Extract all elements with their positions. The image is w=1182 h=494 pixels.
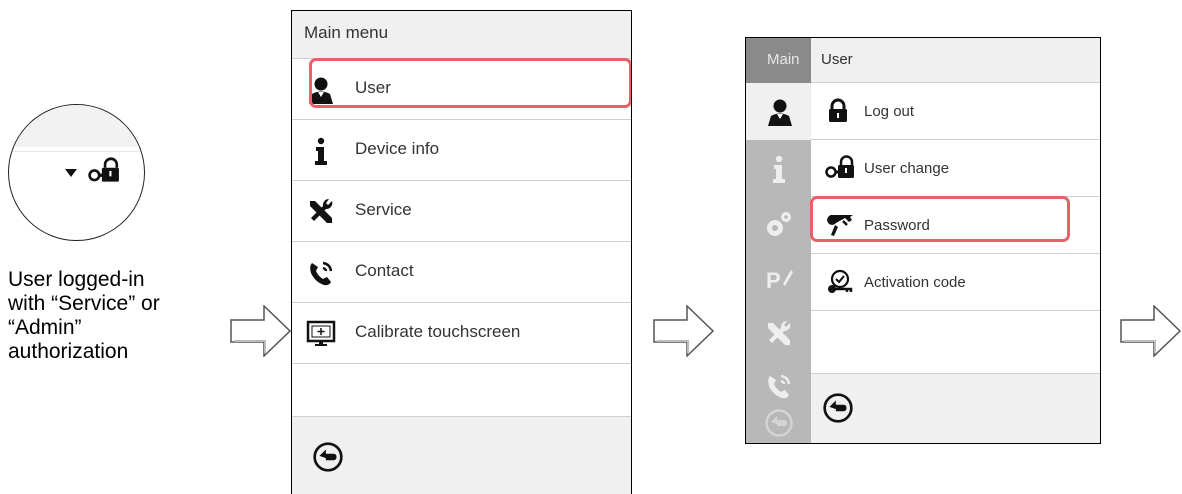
zoom-status-divider [9,151,144,152]
user-change-icon [825,155,855,181]
phone-icon[interactable] [764,371,794,401]
page-title: Main menu [304,23,389,42]
login-caption: User logged-in with “Service” or “Admin”… [8,268,208,364]
caption-line: with “Service” or [8,292,160,315]
back-icon[interactable] [822,392,854,424]
settings-icon[interactable] [764,209,794,239]
main-menu-footer [292,416,631,494]
menu-item-calibrate-touchscreen[interactable]: Calibrate touchscreen [292,303,631,364]
info-icon[interactable] [764,154,794,184]
activation-icon [825,269,855,295]
dropdown-triangle-icon [65,169,77,177]
user-menu-header: User [811,38,1100,83]
caption-line: “Admin” [8,316,82,339]
menu-item-activation-code[interactable]: Activation code [811,254,1100,311]
zoom-status-circle [8,104,145,241]
main-menu-header: Main menu [292,11,631,59]
back-icon[interactable] [764,408,794,438]
caption-line: User logged-in [8,268,145,291]
page-title: User [821,51,853,68]
info-icon [306,136,336,166]
menu-item-label: User change [864,160,950,177]
zoom-status-bar [9,105,144,147]
nav-rail-header: Main [746,38,811,83]
nav-rail-title: Main [767,51,800,68]
right-arrow-icon [653,305,715,357]
user-menu-footer [811,373,1100,443]
menu-item-label: Activation code [864,274,966,291]
main-menu-panel: Main menu User Device info Service Conta… [291,10,632,494]
highlight-frame-password [810,196,1070,242]
menu-item-label: Calibrate touchscreen [355,322,521,341]
phone-icon [306,258,336,288]
tools-icon[interactable] [764,319,794,349]
menu-item-log-out[interactable]: Log out [811,83,1100,140]
menu-item-device-info[interactable]: Device info [292,120,631,181]
menu-item-label: Contact [355,261,414,280]
back-icon[interactable] [312,441,344,473]
highlight-frame-user [309,58,631,108]
menu-item-label: Service [355,200,412,219]
menu-item-label: Log out [864,103,915,120]
user-menu-panel: Main User Log out User change Password A… [745,37,1101,444]
touchscreen-icon [306,319,336,349]
menu-item-user-change[interactable]: User change [811,140,1100,197]
caption-line: authorization [8,340,129,363]
right-arrow-icon [230,305,292,357]
menu-item-label: Device info [355,139,440,158]
right-arrow-icon [1120,305,1182,357]
program-icon[interactable] [764,264,794,294]
menu-item-contact[interactable]: Contact [292,242,631,303]
menu-item-service[interactable]: Service [292,181,631,242]
lock-icon [825,98,851,124]
user-icon[interactable] [765,97,795,127]
user-unlocked-lock-icon [88,157,120,185]
tools-icon [306,197,336,227]
